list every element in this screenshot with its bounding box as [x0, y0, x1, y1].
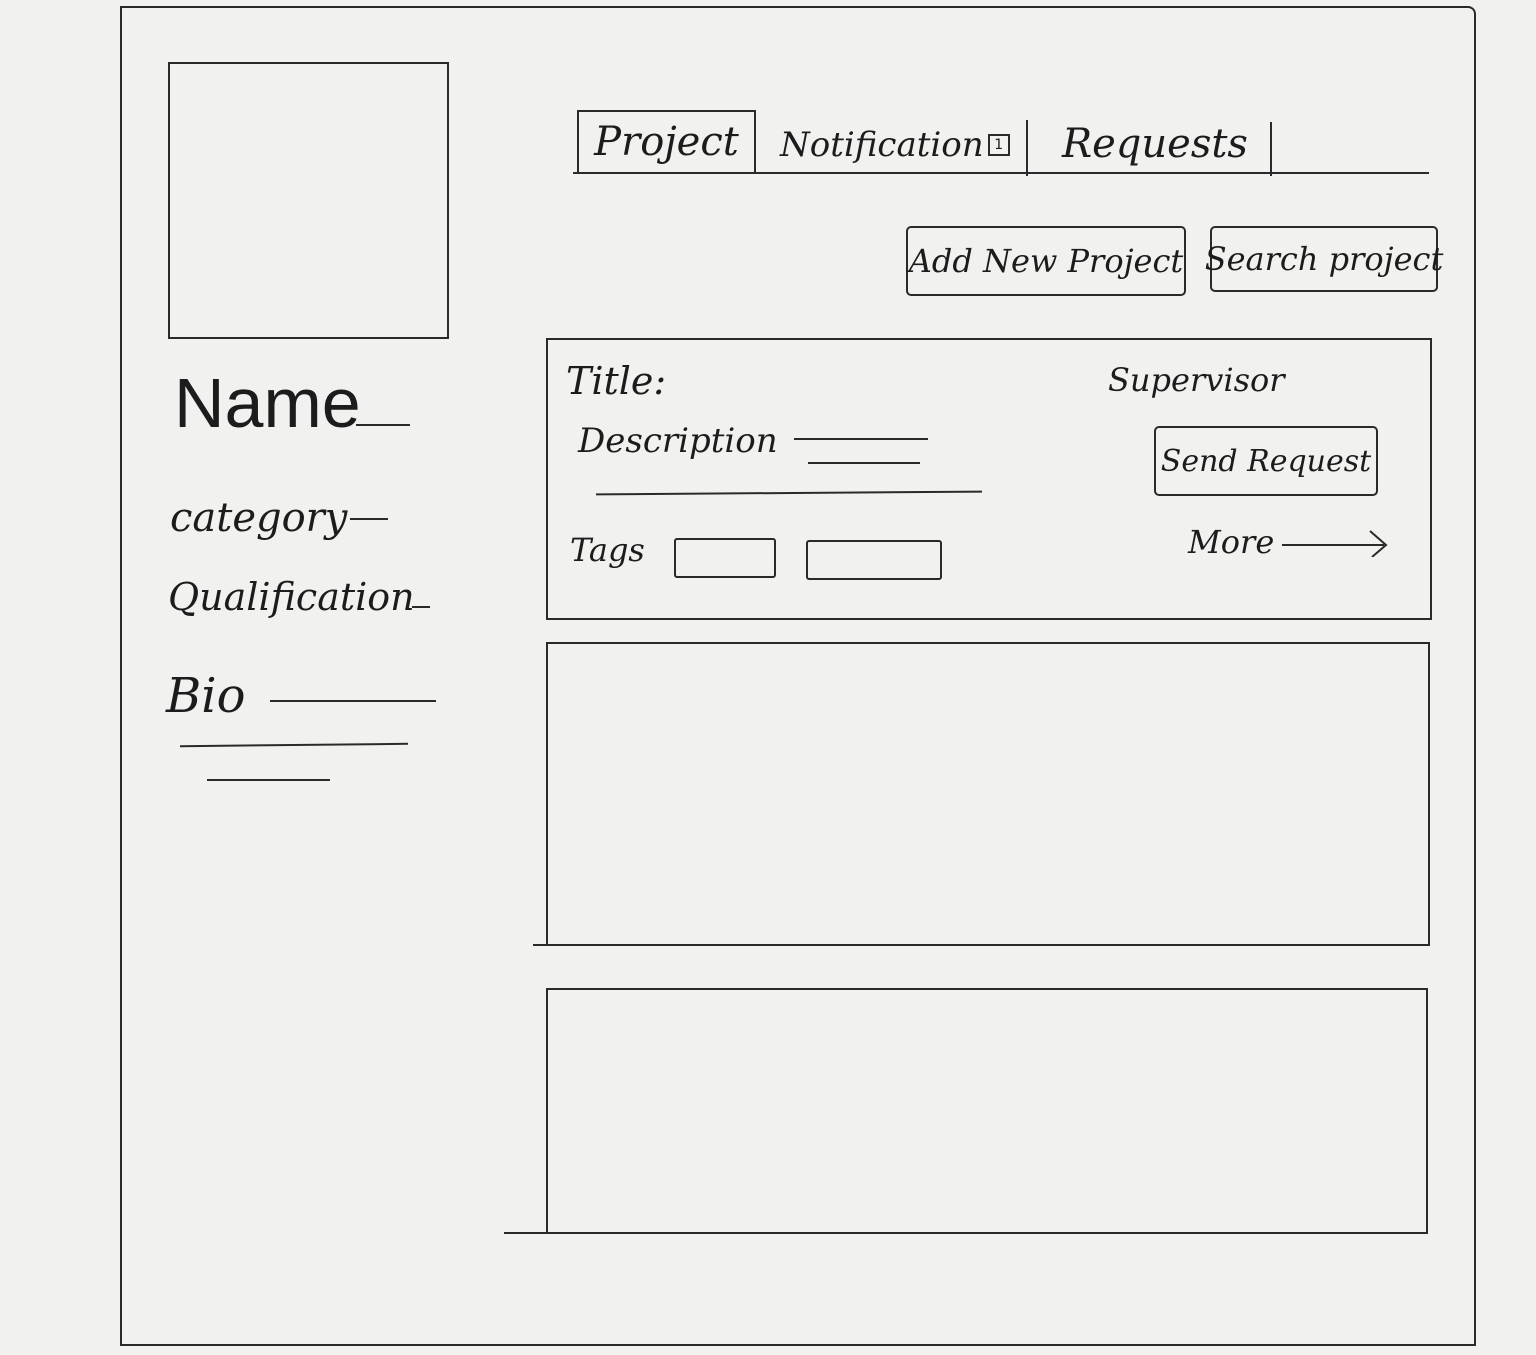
more-link-label: More	[1188, 523, 1275, 561]
tab-notification[interactable]: Notification 1	[780, 128, 1010, 162]
profile-name-label: Name	[174, 364, 361, 442]
card-divider	[533, 944, 553, 946]
profile-category-label: category	[170, 495, 348, 541]
project-card: Title: Description Tags Supervisor Send …	[546, 338, 1432, 620]
tab-project[interactable]: Project	[577, 110, 756, 172]
tab-divider	[1026, 120, 1028, 176]
profile-qualification-label: Qualification	[168, 575, 415, 619]
tag-chip[interactable]	[674, 538, 776, 578]
description-text-line	[794, 438, 928, 440]
profile-name-value-line	[356, 424, 410, 426]
tab-requests-label: Requests	[1062, 121, 1248, 167]
tag-chip[interactable]	[806, 540, 942, 580]
project-description-label: Description	[578, 421, 778, 461]
project-title-label: Title:	[566, 359, 667, 403]
tab-requests[interactable]: Requests	[1062, 124, 1248, 164]
tab-notification-label: Notification	[780, 125, 984, 165]
send-request-button[interactable]: Send Request	[1154, 426, 1378, 496]
project-card	[546, 642, 1430, 946]
notification-count-badge: 1	[987, 134, 1010, 156]
arrow-right-icon	[1282, 527, 1392, 557]
tabs-baseline	[573, 172, 1429, 174]
project-supervisor-label: Supervisor	[1108, 361, 1285, 399]
profile-qualification-value-line	[412, 606, 430, 608]
profile-category-value-line	[350, 518, 388, 520]
card-divider	[504, 1232, 554, 1234]
profile-bio-line	[207, 779, 330, 781]
search-project-button[interactable]: Search project	[1205, 226, 1443, 292]
profile-bio-line	[270, 700, 436, 702]
more-link[interactable]: More	[1188, 526, 1392, 558]
tab-divider	[1270, 122, 1272, 176]
tab-project-label: Project	[594, 119, 739, 165]
description-text-line	[595, 490, 983, 496]
profile-bio-label: Bio	[166, 668, 246, 724]
add-new-project-button[interactable]: Add New Project	[906, 226, 1186, 296]
project-card	[546, 988, 1428, 1234]
description-text-line	[808, 462, 920, 464]
project-tags-label: Tags	[570, 531, 645, 569]
avatar	[168, 62, 449, 339]
